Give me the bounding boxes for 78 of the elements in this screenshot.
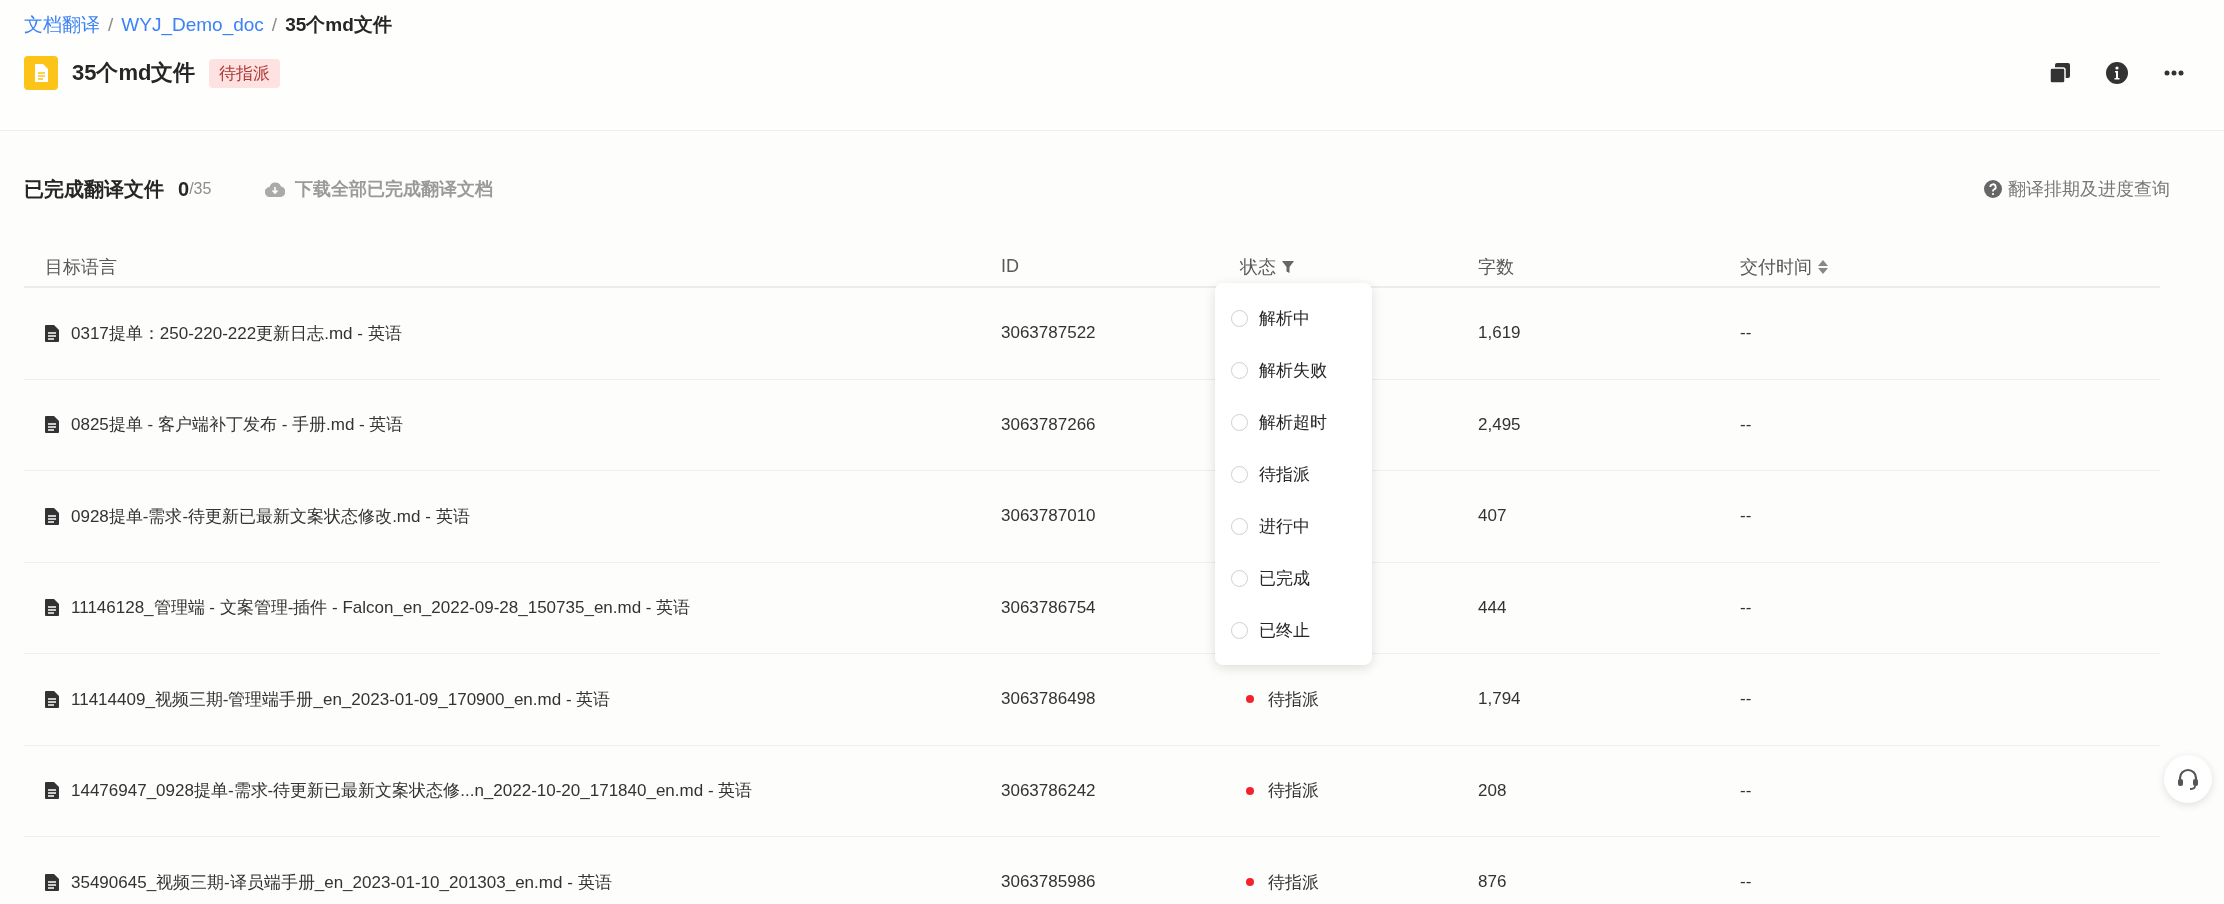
filter-option[interactable]: 解析中 xyxy=(1215,292,1372,344)
column-header: 交付时间 xyxy=(1740,255,1812,279)
id-cell-text: 3063786498 xyxy=(1001,689,1097,710)
word-count: 444 xyxy=(1478,597,1508,618)
id-cell-text: 3063786242 xyxy=(1001,780,1097,801)
column-header: 状态 xyxy=(1240,255,1276,279)
status-text: 待指派 xyxy=(1268,688,1319,711)
filter-option[interactable]: 已终止 xyxy=(1215,604,1372,656)
id-cell-text: 3063786754 xyxy=(1001,597,1097,618)
delivery-time: -- xyxy=(1740,872,1753,893)
file-name: 11414409_视频三期-管理端手册_en_2023-01-09_170900_en.md - 英语 xyxy=(71,688,611,711)
file-name: 0825提单 - 客户端补丁发布 - 手册.md - 英语 xyxy=(71,414,404,437)
filter-option[interactable]: 解析超时 xyxy=(1215,396,1372,448)
filter-option[interactable]: 进行中 xyxy=(1215,500,1372,552)
id-cell-text: 3063787266 xyxy=(1001,414,1097,435)
file-name: 14476947_0928提单-需求-待更新已最新文案状态修...n_2022-10-20_171840_en.md - 英语 xyxy=(71,780,753,803)
column-header: 字数 xyxy=(1478,255,1514,279)
more-icon[interactable] xyxy=(2164,70,2184,76)
file-icon xyxy=(45,690,59,708)
total-count: /35 xyxy=(189,180,212,198)
delivery-time: -- xyxy=(1740,414,1753,435)
word-count: 407 xyxy=(1478,506,1508,527)
page-title: 35个md文件 xyxy=(72,59,196,87)
option-label: 解析中 xyxy=(1259,307,1310,330)
sort-icon[interactable] xyxy=(1818,259,1828,274)
file-icon xyxy=(45,324,59,342)
file-name: 11146128_管理端 - 文案管理-插件 - Falcon_en_2022-09-28_150735_en.md - 英语 xyxy=(71,597,691,620)
breadcrumb-separator: / xyxy=(271,14,278,36)
completed-count: 0 xyxy=(178,177,190,201)
option-label: 待指派 xyxy=(1259,463,1310,486)
status-badge: 待指派 xyxy=(209,58,281,88)
filter-option[interactable]: 待指派 xyxy=(1215,448,1372,500)
headset-icon xyxy=(2176,767,2200,791)
option-label: 已完成 xyxy=(1259,567,1310,590)
delivery-time: -- xyxy=(1740,506,1753,527)
file-icon xyxy=(45,599,59,617)
delivery-time: -- xyxy=(1740,689,1753,710)
option-label: 解析超时 xyxy=(1259,411,1327,434)
breadcrumb-link[interactable]: WYJ_Demo_doc xyxy=(121,14,264,36)
column-header: 目标语言 xyxy=(45,255,117,279)
support-button[interactable] xyxy=(2164,755,2212,803)
filter-option[interactable]: 已完成 xyxy=(1215,552,1372,604)
breadcrumb-link[interactable]: 文档翻译 xyxy=(24,12,100,38)
document-icon xyxy=(24,56,58,90)
word-count: 2,495 xyxy=(1478,414,1522,435)
copy-icon[interactable] xyxy=(2050,63,2070,83)
option-label: 已终止 xyxy=(1259,619,1310,642)
delivery-time: -- xyxy=(1740,780,1753,801)
file-icon xyxy=(45,782,59,800)
status-text: 待指派 xyxy=(1268,780,1319,803)
option-label: 解析失败 xyxy=(1259,359,1327,382)
section-title: 已完成翻译文件 xyxy=(24,176,164,202)
breadcrumb-current: 35个md文件 xyxy=(285,13,392,37)
cloud-download-icon xyxy=(265,181,286,197)
id-cell-text: 3063785986 xyxy=(1001,872,1097,893)
word-count: 876 xyxy=(1478,872,1508,893)
delivery-time: -- xyxy=(1740,323,1753,344)
help-icon xyxy=(1984,180,2002,198)
word-count: 1,794 xyxy=(1478,689,1522,710)
id-cell-text: 3063787010 xyxy=(1001,506,1097,527)
status-text: 待指派 xyxy=(1268,871,1319,894)
file-name: 0317提单：250-220-222更新日志.md - 英语 xyxy=(71,322,402,345)
file-icon xyxy=(45,416,59,434)
filter-icon[interactable] xyxy=(1282,260,1294,273)
schedule-query-link[interactable]: 翻译排期及进度查询 xyxy=(1984,177,2170,201)
id-cell-text: 3063787522 xyxy=(1001,323,1097,344)
column-header: ID xyxy=(1001,256,1019,277)
option-label: 进行中 xyxy=(1259,515,1310,538)
file-name: 0928提单-需求-待更新已最新文案状态修改.md - 英语 xyxy=(71,505,470,528)
filter-option[interactable]: 解析失败 xyxy=(1215,344,1372,396)
file-icon xyxy=(45,507,59,525)
word-count: 1,619 xyxy=(1478,323,1522,344)
delivery-time: -- xyxy=(1740,597,1753,618)
file-icon xyxy=(45,873,59,891)
file-name: 35490645_视频三期-译员端手册_en_2023-01-10_201303_en.md - 英语 xyxy=(71,871,612,894)
info-icon[interactable] xyxy=(2106,62,2128,84)
word-count: 208 xyxy=(1478,780,1508,801)
breadcrumb-separator: / xyxy=(108,14,114,36)
